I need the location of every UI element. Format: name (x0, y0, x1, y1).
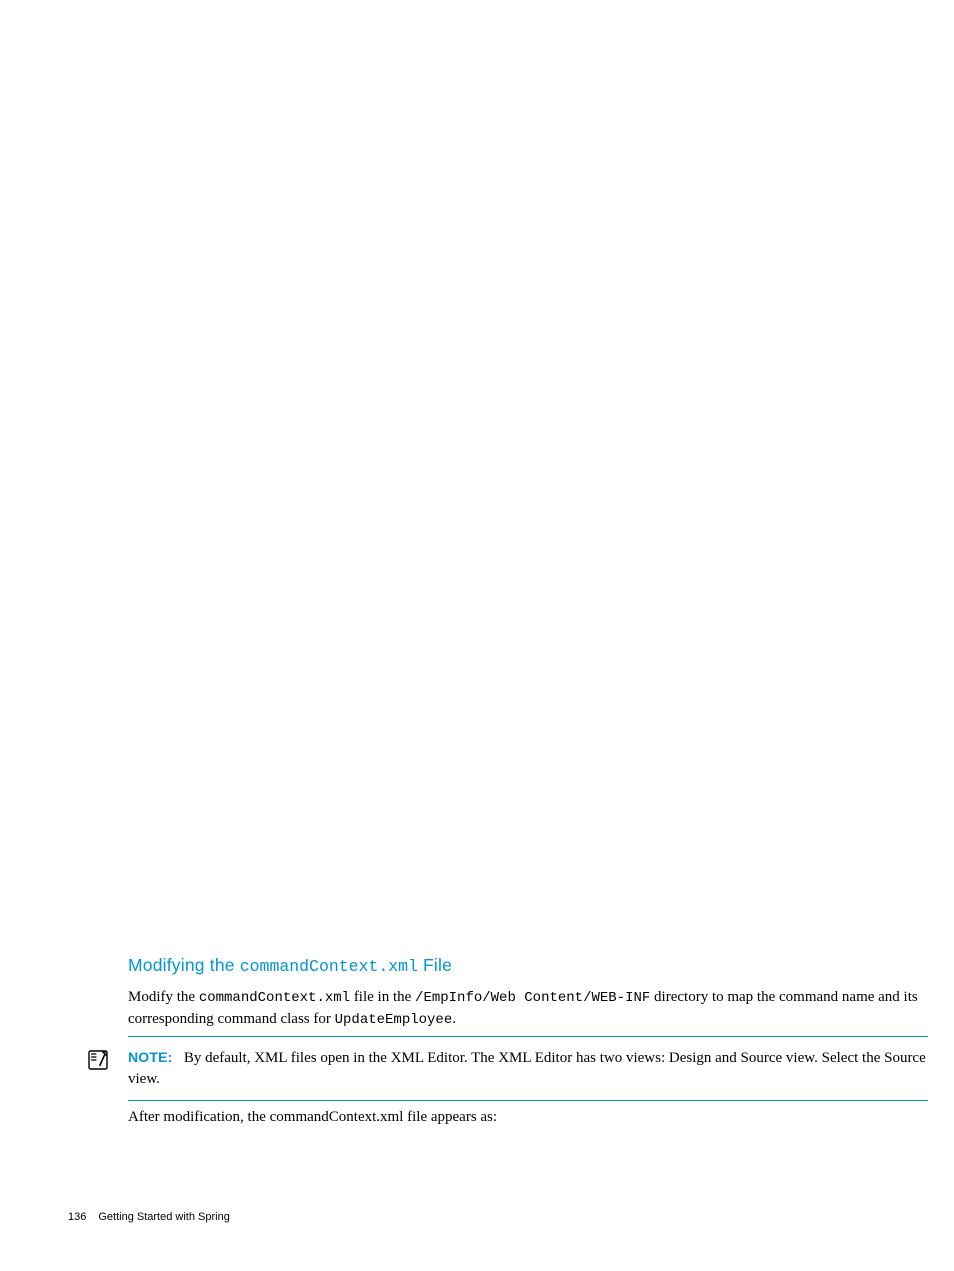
note-rule-bottom (128, 1100, 928, 1101)
paragraph-1: Modify the commandContext.xml file in th… (128, 987, 928, 1030)
p1-t2: file in the (350, 989, 415, 1005)
p2-c1: commandContext.xml (270, 1109, 404, 1125)
note-rule-top (128, 1036, 928, 1037)
p1-t4: . (452, 1011, 456, 1027)
p1-c1: commandContext.xml (199, 990, 350, 1006)
p1-c2: /EmpInfo/Web Content/WEB-INF (415, 990, 650, 1006)
paragraph-2: After modification, the commandContext.x… (128, 1107, 928, 1128)
p2-t2: file appears as: (403, 1109, 497, 1125)
p1-c3: UpdateEmployee (335, 1012, 453, 1028)
heading-code: commandContext.xml (240, 957, 418, 976)
section-heading: Modifying the commandContext.xml File (128, 954, 928, 978)
note-icon (86, 1048, 110, 1072)
p2-t1: After modification, the (128, 1109, 270, 1125)
note-block: NOTE: By default, XML files open in the … (128, 1043, 928, 1094)
heading-prefix: Modifying the (128, 955, 240, 975)
page-footer: 136 Getting Started with Spring (68, 1210, 230, 1225)
note-text: NOTE: By default, XML files open in the … (128, 1048, 928, 1089)
note-body: By default, XML files open in the XML Ed… (128, 1050, 926, 1087)
note-label: NOTE: (128, 1049, 173, 1065)
page-number: 136 (68, 1211, 86, 1223)
heading-suffix: File (418, 955, 452, 975)
footer-title: Getting Started with Spring (98, 1211, 229, 1223)
p1-t1: Modify the (128, 989, 199, 1005)
